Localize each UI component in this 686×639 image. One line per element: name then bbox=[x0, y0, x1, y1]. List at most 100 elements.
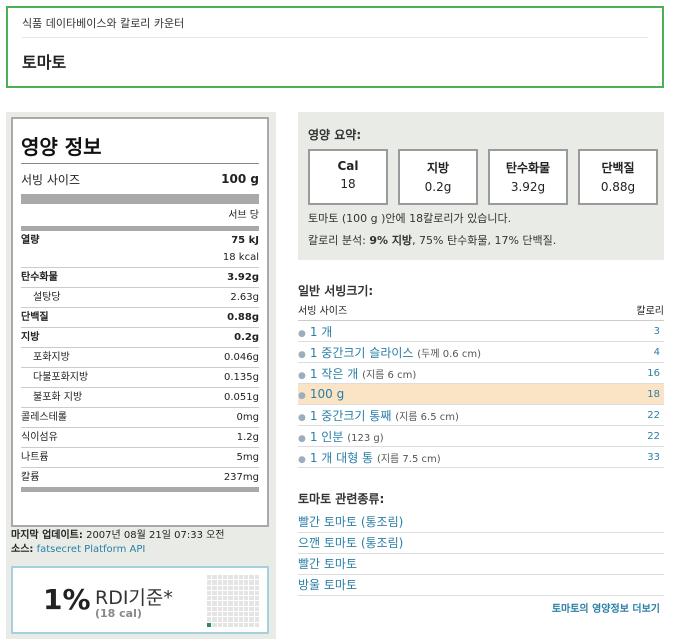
serving-label[interactable]: 1 개 대형 통 bbox=[310, 451, 373, 465]
nutrition-facts-title: 영양 정보 bbox=[21, 135, 102, 159]
nutrient-row-energy: 열량 75 kJ bbox=[21, 231, 259, 251]
rdi-grid-cell bbox=[207, 622, 212, 627]
serving-sizes-heading: 일반 서빙크기: bbox=[298, 284, 374, 298]
nutrient-value: 5mg bbox=[236, 452, 259, 463]
nutrient-value: 1.2g bbox=[236, 432, 259, 443]
breadcrumb[interactable]: 식품 데이타베이스와 칼로리 카운터 bbox=[22, 15, 184, 31]
serving-calories[interactable]: 18 bbox=[647, 389, 660, 400]
related-food-link[interactable]: 빨간 토마토 bbox=[298, 554, 664, 575]
serving-calories[interactable]: 4 bbox=[654, 347, 660, 358]
macro-label: 지방 bbox=[426, 161, 450, 175]
serving-label[interactable]: 1 중간크기 슬라이스 bbox=[310, 346, 414, 360]
serving-row[interactable]: ● 1 개 3 bbox=[298, 321, 664, 342]
column-header-calories: 칼로리 bbox=[636, 306, 664, 317]
calorie-summary-text: 토마토 (100 g )안에 18칼로리가 있습니다. bbox=[308, 212, 512, 225]
rdi-grid-cell bbox=[249, 585, 254, 590]
serving-row[interactable]: ● 1 중간크기 통째 (지름 6.5 cm) 22 bbox=[298, 405, 664, 426]
rdi-grid-cell bbox=[212, 585, 217, 590]
serving-label[interactable]: 1 중간크기 통째 bbox=[310, 409, 392, 423]
header-divider bbox=[22, 37, 648, 38]
column-header-size: 서빙 사이즈 bbox=[298, 306, 348, 317]
rdi-grid-cell bbox=[228, 575, 233, 580]
macro-label: 탄수화물 bbox=[505, 161, 551, 175]
nutrient-value: 0.051g bbox=[224, 392, 259, 403]
rdi-grid-cell bbox=[228, 596, 233, 601]
rdi-grid-cell bbox=[244, 612, 249, 617]
related-food-link[interactable]: 방울 토마토 bbox=[298, 575, 664, 596]
rdi-grid-cell bbox=[233, 601, 238, 606]
nutrient-value: 0.2g bbox=[234, 332, 259, 343]
rdi-grid-cell bbox=[249, 601, 254, 606]
rdi-grid-cell bbox=[244, 585, 249, 590]
nutrient-row-fat: 지방 0.2g bbox=[21, 327, 259, 347]
rdi-grid-cell bbox=[222, 617, 228, 622]
nutrient-label: 다불포화지방 bbox=[33, 372, 89, 383]
nutrition-facts-panel: 영양 정보 서빙 사이즈 100 g 서브 당 열량 75 kJ 18 kcal… bbox=[11, 117, 269, 527]
serving-label[interactable]: 100 g bbox=[310, 387, 344, 401]
related-foods-section: 토마토 관련종류: 빨간 토마토 (통조림) 으깬 토마토 (통조림) 빨간 토… bbox=[298, 490, 664, 615]
last-updated-value: 2007년 08월 21일 07:33 오전 bbox=[86, 530, 225, 541]
thick-divider bbox=[21, 194, 259, 204]
rdi-grid-cell bbox=[233, 617, 238, 622]
bullet-icon: ● bbox=[298, 454, 306, 465]
macro-value: 0.88g bbox=[600, 180, 636, 194]
rdi-grid-cell bbox=[244, 606, 249, 612]
serving-row[interactable]: ● 1 작은 개 (지름 6 cm) 16 bbox=[298, 363, 664, 384]
serving-label[interactable]: 1 작은 개 bbox=[310, 367, 358, 381]
serving-label[interactable]: 1 개 bbox=[310, 325, 333, 339]
breakdown-rest: , 75% 탄수화물, 17% 단백질. bbox=[412, 234, 557, 247]
serving-row[interactable]: ● 1 중간크기 슬라이스 (두께 0.6 cm) 4 bbox=[298, 342, 664, 363]
rdi-grid-cell bbox=[233, 622, 238, 627]
nutrient-label: 설탕당 bbox=[33, 292, 61, 303]
rdi-grid-cell bbox=[222, 622, 228, 627]
serving-row[interactable]: ● 1 개 대형 통 (지름 7.5 cm) 33 bbox=[298, 447, 664, 468]
rdi-grid-cell bbox=[249, 580, 254, 585]
rdi-grid-cell bbox=[233, 612, 238, 617]
rdi-grid-cell bbox=[244, 575, 249, 580]
nutrient-row-sugar: 설탕당 2.63g bbox=[21, 287, 259, 307]
rdi-grid-cell bbox=[207, 580, 212, 585]
serving-calories[interactable]: 3 bbox=[654, 326, 660, 337]
serving-calories[interactable]: 33 bbox=[647, 452, 660, 463]
serving-sizes-section: 일반 서빙크기: 서빙 사이즈 칼로리 ● 1 개 3 ● 1 중간크기 슬라이스 … bbox=[298, 282, 664, 468]
related-food-link[interactable]: 빨간 토마토 (통조림) bbox=[298, 512, 664, 533]
nutrient-label: 단백질 bbox=[21, 312, 49, 323]
serving-calories[interactable]: 16 bbox=[647, 368, 660, 379]
rdi-grid-cell bbox=[212, 612, 217, 617]
rdi-grid-cell bbox=[207, 601, 212, 606]
rdi-grid-cell bbox=[222, 596, 228, 601]
macro-box-fat: 지방 0.2g bbox=[398, 149, 478, 205]
rdi-grid-cell bbox=[217, 622, 222, 627]
serving-calories[interactable]: 22 bbox=[647, 410, 660, 421]
rdi-grid-cell bbox=[233, 575, 238, 580]
more-nutrition-link[interactable]: 토마토의 영양정보 더보기 bbox=[552, 600, 660, 615]
rdi-grid-cell bbox=[217, 606, 222, 612]
rdi-grid-cell bbox=[217, 575, 222, 580]
nutrient-row-saturated-fat: 포화지방 0.046g bbox=[21, 347, 259, 367]
rdi-grid-cell bbox=[233, 590, 238, 596]
rdi-grid-cell bbox=[254, 590, 259, 596]
rdi-grid-cell bbox=[207, 585, 212, 590]
source-link[interactable]: fatsecret Platform API bbox=[37, 544, 146, 555]
rdi-grid-cell bbox=[249, 596, 254, 601]
nutrient-label: 지방 bbox=[21, 332, 40, 343]
serving-row-selected[interactable]: ● 100 g 18 bbox=[298, 384, 664, 405]
macro-value: 18 bbox=[340, 177, 356, 191]
rdi-grid-cell bbox=[238, 617, 244, 622]
serving-calories[interactable]: 22 bbox=[647, 431, 660, 442]
serving-row[interactable]: ● 1 인분 (123 g) 22 bbox=[298, 426, 664, 447]
source-label: 소스: bbox=[11, 544, 34, 555]
rdi-grid-cell bbox=[249, 617, 254, 622]
rdi-grid-cell bbox=[254, 585, 259, 590]
rdi-grid-cell bbox=[207, 606, 212, 612]
rdi-grid-cell bbox=[212, 617, 217, 622]
related-food-link[interactable]: 으깬 토마토 (통조림) bbox=[298, 533, 664, 554]
rdi-grid-cell bbox=[217, 617, 222, 622]
rdi-grid-cell bbox=[222, 601, 228, 606]
rdi-box: 1% RDI기준* (18 cal) bbox=[11, 566, 269, 634]
rdi-grid-cell bbox=[249, 590, 254, 596]
rdi-grid-cell bbox=[217, 612, 222, 617]
serving-label[interactable]: 1 인분 bbox=[310, 430, 344, 444]
rdi-grid-cell bbox=[207, 575, 212, 580]
rdi-grid-cell bbox=[207, 596, 212, 601]
